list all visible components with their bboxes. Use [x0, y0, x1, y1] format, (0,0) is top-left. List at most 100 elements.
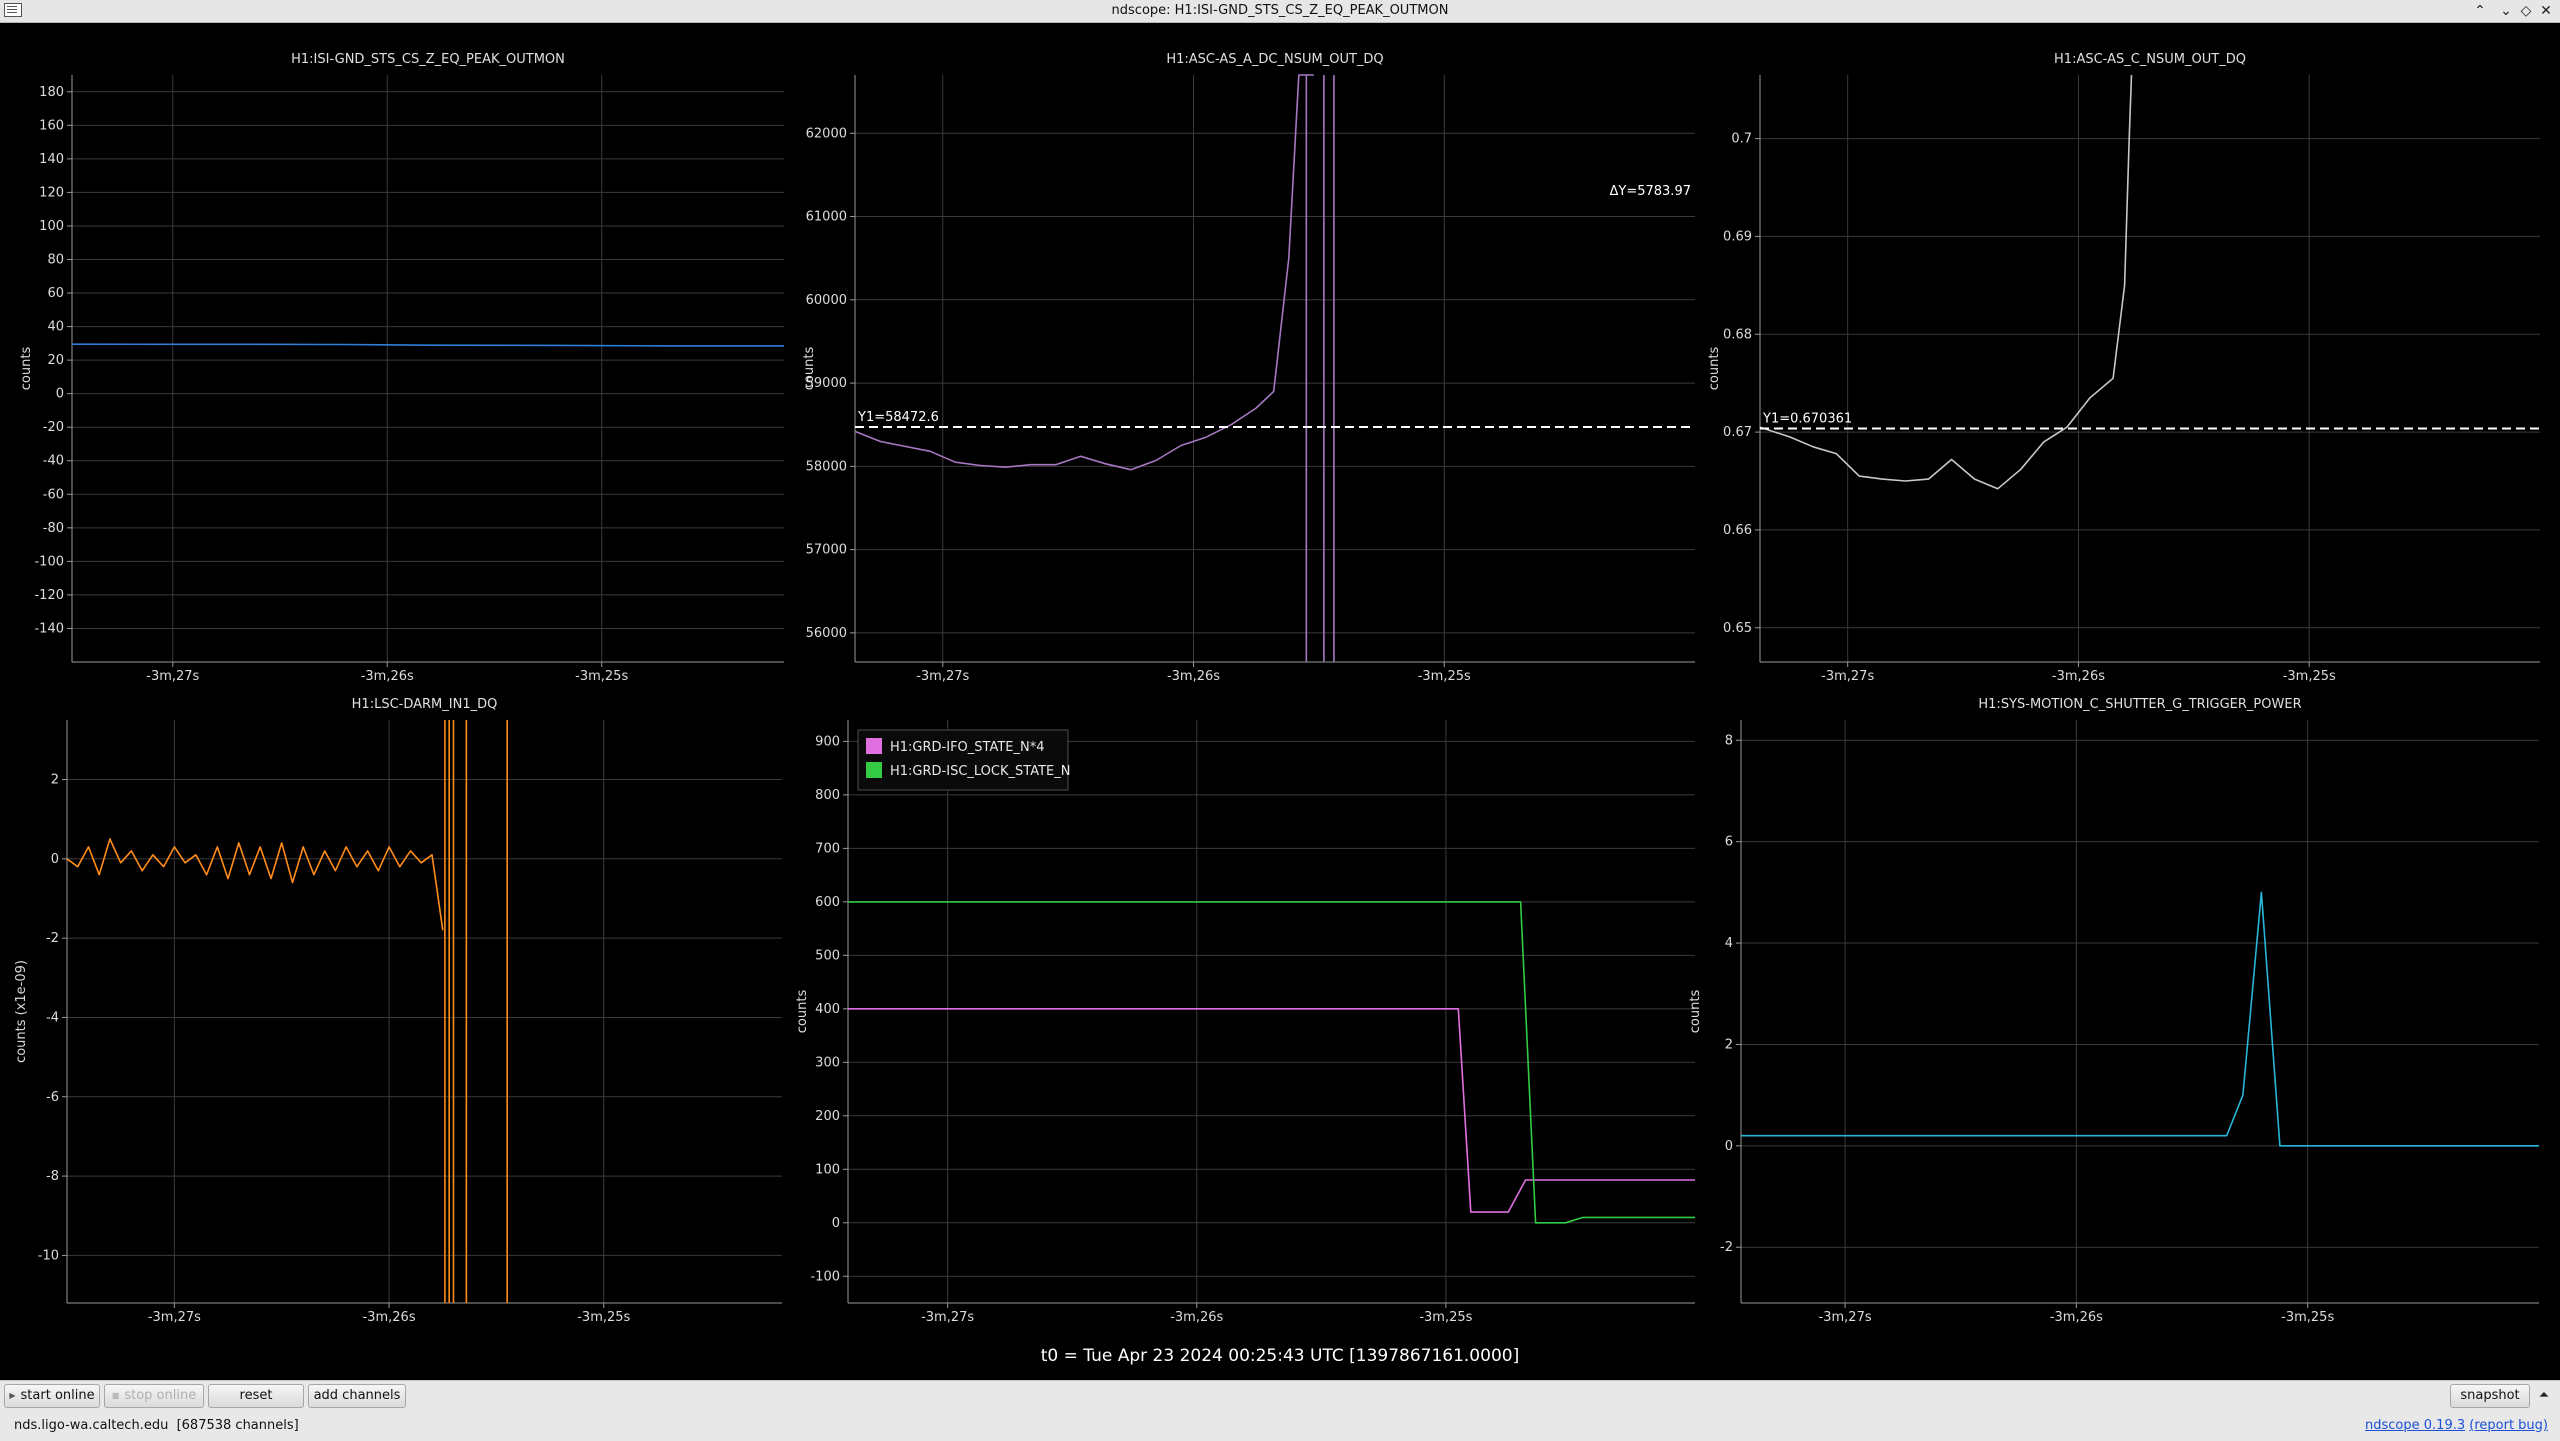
y-tick-label: 80	[47, 252, 64, 267]
plot-title: H1:SYS-MOTION_C_SHUTTER_G_TRIGGER_POWER	[1978, 697, 2301, 712]
y-tick-label: 0.67	[1723, 425, 1752, 440]
y-tick-label: 0	[1725, 1139, 1733, 1154]
y-tick-label: 40	[47, 320, 64, 335]
plot-panel-1: -3m,27s -3m,26s -3m,25s -140 -120 -100 -80 -60 -…	[19, 52, 784, 684]
y-tick-label: -100	[34, 554, 64, 569]
stop-icon: ■	[111, 1391, 120, 1400]
y-tick-label: 6	[1725, 835, 1733, 850]
y-tick-label: -140	[34, 621, 64, 636]
y-axis-label: counts (x1e-09)	[14, 960, 29, 1063]
y-tick-label: 200	[815, 1109, 840, 1124]
y-tick-label: -2	[46, 931, 59, 946]
y-tick-label: 0.66	[1723, 523, 1752, 538]
reset-button[interactable]: reset	[208, 1384, 304, 1408]
y-tick-label: 700	[815, 841, 840, 856]
expand-panel-icon[interactable]: ⏶	[2534, 1386, 2554, 1406]
y-tick-label: 2	[1725, 1037, 1733, 1052]
plot-background	[1741, 720, 2539, 1303]
x-tick-label: -3m,27s	[916, 669, 969, 684]
y-tick-label: 61000	[806, 210, 847, 225]
plot-background	[848, 720, 1695, 1303]
y-tick-label: 0.69	[1723, 229, 1752, 244]
close-icon[interactable]: ✕	[2536, 1, 2556, 21]
plot-area: -3m,27s -3m,26s -3m,25s -140 -120 -100 -80 -60-…	[0, 23, 2560, 1380]
y-tick-label: -20	[43, 420, 64, 435]
minimize-icon[interactable]: ⌄	[2496, 1, 2516, 21]
report-bug-link[interactable]: (report bug)	[2469, 1418, 2548, 1433]
plot-background	[855, 75, 1695, 662]
y-tick-label: 900	[815, 734, 840, 749]
t0-label: t0 = Tue Apr 23 2024 00:25:43 UTC [13978…	[1040, 1346, 1520, 1366]
x-tick-label: -3m,25s	[2281, 1310, 2334, 1325]
y-tick-label: 60000	[806, 293, 847, 308]
plot-canvas[interactable]: -3m,27s -3m,26s -3m,25s-140-120-100-80-60-…	[0, 23, 2560, 1380]
y-axis-label: counts	[802, 347, 817, 391]
status-version: ndscope 0.19.3 (report bug)	[2365, 1418, 2548, 1433]
plot-title: H1:ASC-AS_C_NSUM_OUT_DQ	[2054, 52, 2246, 67]
x-tick-label: -3m,27s	[1819, 1310, 1872, 1325]
x-tick-label: -3m,25s	[1418, 669, 1471, 684]
legend-swatch	[866, 762, 882, 778]
y-axis-label: counts	[1707, 347, 1722, 391]
legend-box	[857, 729, 1069, 791]
y-tick-label: 0.68	[1723, 327, 1752, 342]
plot-title: H1:ASC-AS_A_DC_NSUM_OUT_DQ	[1166, 52, 1383, 67]
y1-cursor-label: Y1=58472.6	[857, 410, 939, 425]
y-tick-label: 500	[815, 948, 840, 963]
status-server: nds.ligo-wa.caltech.edu [687538 channels…	[14, 1418, 299, 1433]
legend-swatch	[866, 738, 882, 754]
y-tick-label: 8	[1725, 733, 1733, 748]
y-tick-label: 60	[47, 286, 64, 301]
y1-cursor-label: Y1=0.670361	[1762, 412, 1852, 427]
plot-background	[1760, 75, 2540, 662]
x-tick-label: -3m,27s	[921, 1310, 974, 1325]
add-channels-button[interactable]: add channels	[308, 1384, 406, 1408]
x-tick-label: -3m,25s	[1419, 1310, 1472, 1325]
legend: H1:GRD-IFO_STATE_N*4 H1:GRD-ISC_LOCK_STAT…	[857, 729, 1070, 791]
maximize-icon[interactable]: ◇	[2516, 1, 2536, 21]
y-tick-label: 2	[51, 772, 59, 787]
y-tick-label: 0	[51, 852, 59, 867]
x-tick-label: -3m,26s	[363, 1310, 416, 1325]
play-icon: ▶	[9, 1391, 16, 1400]
x-tick-label: -3m,26s	[1170, 1310, 1223, 1325]
y-tick-label: 160	[39, 118, 64, 133]
x-tick-label: -3m,25s	[577, 1310, 630, 1325]
y-tick-label: -10	[38, 1248, 59, 1263]
y-axis-label: counts	[1688, 990, 1703, 1034]
x-tick-label: -3m,27s	[148, 1310, 201, 1325]
y-tick-label: 62000	[806, 126, 847, 141]
y-tick-label: -4	[46, 1010, 59, 1025]
y-tick-label: 120	[39, 185, 64, 200]
plot-panel-5: -3m,27s -3m,26s -3m,25s -100 0 100 200 300 400 50…	[795, 720, 1695, 1325]
x-tick-label: -3m,27s	[146, 669, 199, 684]
y-tick-label: 0	[56, 387, 64, 402]
plot-panel-2: -3m,27s -3m,26s -3m,25s5600057000580005900…	[802, 52, 1695, 684]
x-tick-label: -3m,27s	[1821, 669, 1874, 684]
start-online-button[interactable]: ▶ start online	[4, 1384, 100, 1408]
y-tick-label: -100	[810, 1269, 840, 1284]
y-tick-label: 58000	[806, 459, 847, 474]
legend-label: H1:GRD-ISC_LOCK_STATE_N	[890, 764, 1070, 779]
y-tick-label: 400	[815, 1002, 840, 1017]
y-axis-label: counts	[795, 990, 810, 1034]
plot-title: H1:ISI-GND_STS_CS_Z_EQ_PEAK_OUTMON	[291, 52, 565, 67]
x-tick-label: -3m,26s	[361, 669, 414, 684]
y-tick-label: 100	[815, 1162, 840, 1177]
window-title: ndscope: H1:ISI-GND_STS_CS_Z_EQ_PEAK_OUT…	[1111, 3, 1449, 18]
x-tick-label: -3m,26s	[2050, 1310, 2103, 1325]
y-tick-label: 57000	[806, 543, 847, 558]
snapshot-button[interactable]: snapshot	[2450, 1384, 2530, 1408]
y-tick-label: -40	[43, 454, 64, 469]
y-tick-label: -80	[43, 521, 64, 536]
y-tick-label: 800	[815, 788, 840, 803]
channel-count: [687538 channels]	[176, 1418, 299, 1433]
plot-title: H1:LSC-DARM_IN1_DQ	[352, 697, 498, 712]
server-name: nds.ligo-wa.caltech.edu	[14, 1418, 169, 1433]
y-tick-label: 4	[1725, 936, 1733, 951]
keep-above-icon[interactable]: ⌃	[2470, 1, 2490, 21]
y-tick-label: 180	[39, 85, 64, 100]
delta-y-label: ΔY=5783.97	[1610, 184, 1692, 199]
version-link[interactable]: ndscope 0.19.3	[2365, 1418, 2465, 1433]
x-tick-label: -3m,25s	[2283, 669, 2336, 684]
